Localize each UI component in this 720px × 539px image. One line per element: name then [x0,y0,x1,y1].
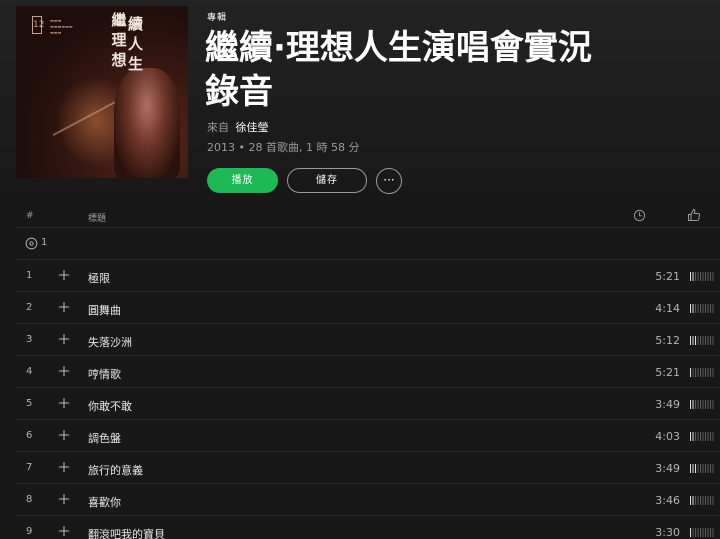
track-title[interactable]: 旅行的意義 [88,462,143,478]
track-row[interactable]: 5 你敢不敢 3:49 [16,388,720,420]
cover-small-text: ▬▬▬ ▬▬▬▬▬▬ ▬▬▬ [50,18,73,35]
track-row[interactable]: 6 調色盤 4:03 [16,420,720,452]
disc-number: 1 [41,237,48,248]
column-title-header: 標題 [88,214,107,224]
track-duration: 4:03 [655,430,680,443]
add-track-icon[interactable] [57,428,71,442]
cover-badge: 12 [32,16,44,34]
artist-link[interactable]: 徐佳瑩 [236,121,269,134]
disc-row: 1 [16,228,720,260]
track-duration: 3:30 [655,526,680,539]
add-track-icon[interactable] [57,364,71,378]
track-row[interactable]: 9 翻滾吧我的寶貝 3:30 [16,516,720,539]
track-duration: 3:46 [655,494,680,507]
track-row[interactable]: 7 旅行的意義 3:49 [16,452,720,484]
popularity-bar [690,304,714,313]
track-row[interactable]: 2 圓舞曲 4:14 [16,292,720,324]
track-row[interactable]: 3 失落沙洲 5:12 [16,324,720,356]
popularity-bar [690,432,714,441]
track-number: 2 [26,302,33,313]
cover-performer-figure [114,68,180,178]
popularity-bar [690,496,714,505]
column-number-header: # [26,211,34,221]
track-number: 9 [26,526,33,537]
more-options-button[interactable]: ··· [376,168,402,194]
cover-title-art-2: 續人生 [128,15,144,73]
tracklist-header: # 標題 [16,204,720,228]
track-duration: 4:14 [655,302,680,315]
add-track-icon[interactable] [57,332,71,346]
track-title[interactable]: 你敢不敢 [88,398,132,414]
track-row[interactable]: 4 哼情歌 5:21 [16,356,720,388]
track-number: 4 [26,366,33,377]
album-cover[interactable]: 12 ▬▬▬ ▬▬▬▬▬▬ ▬▬▬ 繼理想 續人生 [16,6,188,178]
from-label: 來自 [207,121,229,134]
track-title[interactable]: 喜歡你 [88,494,121,510]
popularity-bar [690,464,714,473]
track-row[interactable]: 1 極限 5:21 [16,260,720,292]
track-duration: 3:49 [655,398,680,411]
thumbs-up-icon [688,208,701,221]
popularity-bar [690,272,714,281]
track-duration: 5:12 [655,334,680,347]
popularity-bar [690,336,714,345]
popularity-bar [690,528,714,537]
track-title[interactable]: 翻滾吧我的寶貝 [88,526,165,539]
track-title[interactable]: 失落沙洲 [88,334,132,350]
track-duration: 3:49 [655,462,680,475]
track-number: 1 [26,270,33,281]
track-title[interactable]: 調色盤 [88,430,121,446]
disc-icon [25,237,38,250]
add-track-icon[interactable] [57,492,71,506]
track-number: 5 [26,398,33,409]
add-track-icon[interactable] [57,524,71,538]
add-track-icon[interactable] [57,460,71,474]
album-title-line-1: 繼續·理想人生演唱會實況 [205,28,592,68]
album-title-line-2: 錄音 [205,72,273,112]
add-track-icon[interactable] [57,268,71,282]
clock-icon [633,209,646,222]
track-duration: 5:21 [655,366,680,379]
track-number: 8 [26,494,33,505]
track-title[interactable]: 哼情歌 [88,366,121,382]
album-type-label: 專輯 [207,13,228,23]
track-number: 7 [26,462,33,473]
track-duration: 5:21 [655,270,680,283]
track-number: 6 [26,430,33,441]
save-button[interactable]: 儲存 [287,168,367,193]
popularity-bar [690,368,714,377]
track-title[interactable]: 極限 [88,270,110,286]
album-title: 繼續·理想人生演唱會實況 錄音 [205,26,705,114]
album-meta: 2013 • 28 首歌曲, 1 時 58 分 [207,141,360,154]
add-track-icon[interactable] [57,396,71,410]
track-title[interactable]: 圓舞曲 [88,302,121,318]
track-row[interactable]: 8 喜歡你 3:46 [16,484,720,516]
play-button[interactable]: 播放 [207,168,278,193]
popularity-bar [690,400,714,409]
track-number: 3 [26,334,33,345]
artist-line: 來自 徐佳瑩 [207,119,269,135]
album-page: 12 ▬▬▬ ▬▬▬▬▬▬ ▬▬▬ 繼理想 續人生 專輯 繼續·理想人生演唱會實況 … [0,0,720,539]
add-track-icon[interactable] [57,300,71,314]
